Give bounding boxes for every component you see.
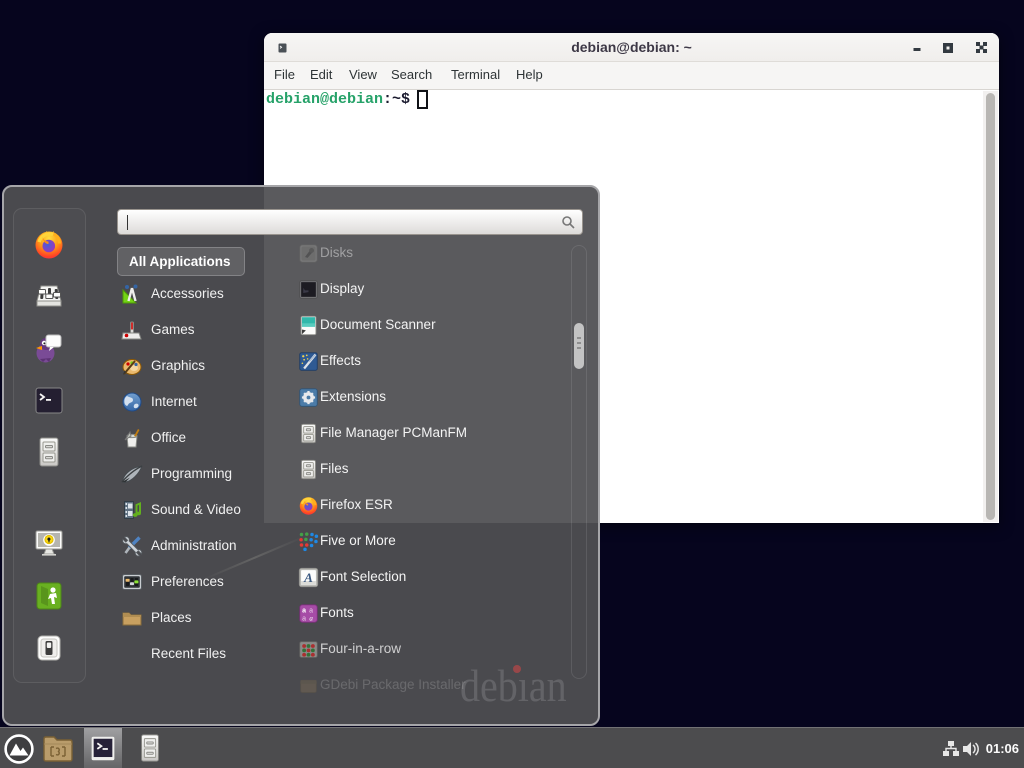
svg-text:a: a xyxy=(302,616,306,623)
svg-text:a: a xyxy=(309,615,313,623)
svg-text:A: A xyxy=(303,570,313,585)
svg-text:a: a xyxy=(309,608,313,615)
svg-text:a: a xyxy=(302,608,306,615)
